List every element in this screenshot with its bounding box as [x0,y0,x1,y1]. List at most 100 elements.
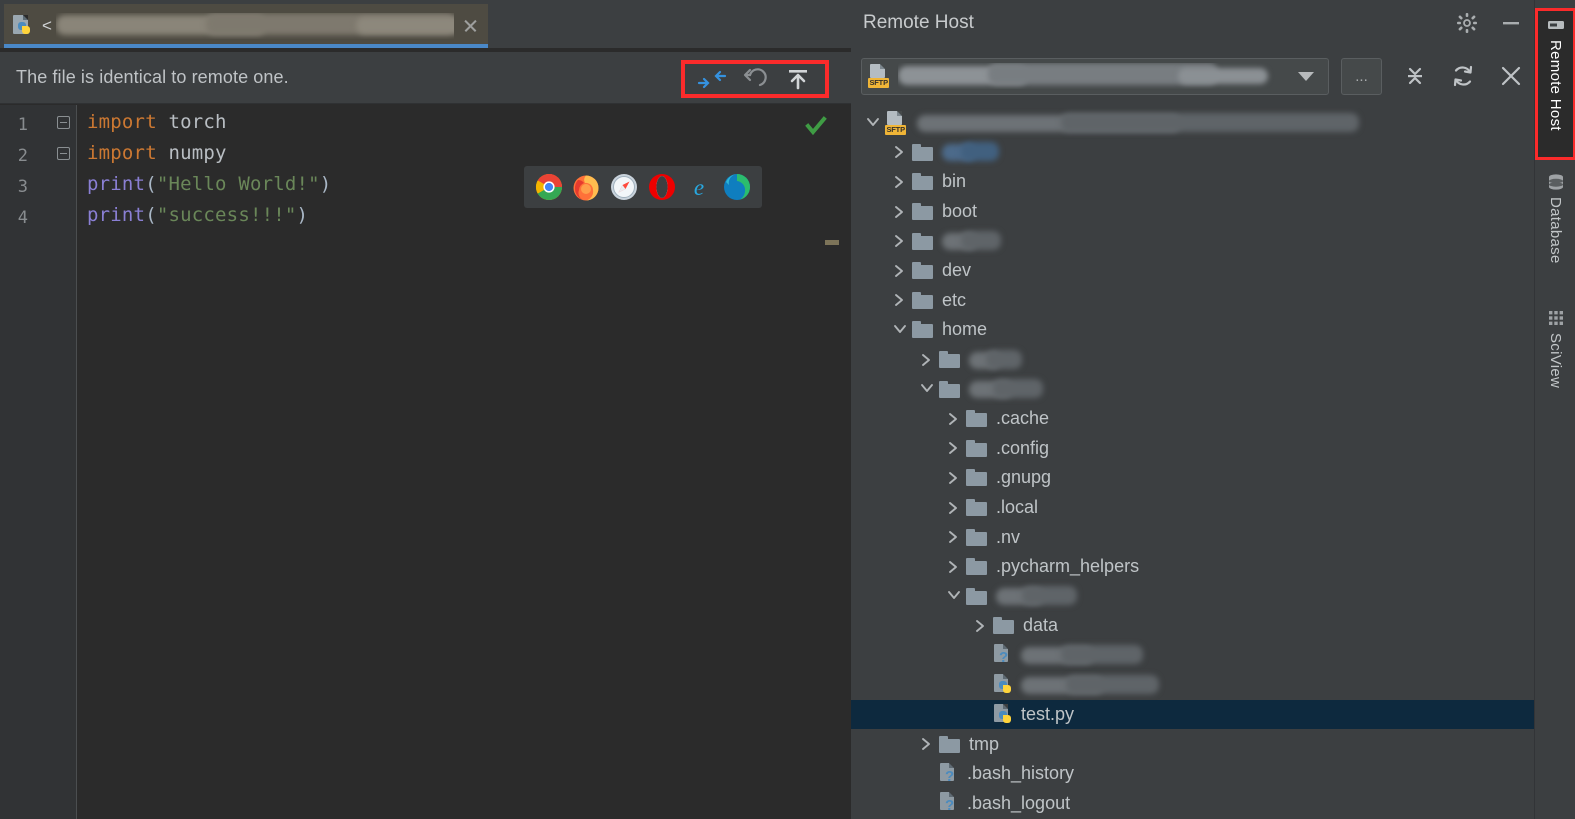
undo-revert-icon[interactable] [738,66,772,92]
panel-title: Remote Host [863,12,974,33]
folder-icon [912,262,934,280]
tree-item-label: etc [942,289,967,310]
tree-row[interactable]: boot [851,197,1534,227]
tree-row[interactable]: dev [851,256,1534,286]
redacted-label [969,379,1049,399]
folder-icon [966,528,988,546]
folder-icon [912,321,934,339]
folder-icon [912,203,934,221]
redacted-label [942,142,1004,162]
tab-close-icon[interactable] [460,16,480,36]
tree-row[interactable]: .cache [851,404,1534,434]
code-area[interactable]: import torch import numpy print("Hello W… [77,105,851,819]
sftp-connection-select[interactable]: SFTP [861,57,1330,95]
remote-host-icon [1546,15,1566,35]
tree-row[interactable]: .pycharm_helpers [851,552,1534,582]
tree-row[interactable] [851,582,1534,612]
tree-row[interactable]: bin [851,167,1534,197]
chevron-down-icon[interactable] [913,376,939,402]
collapse-all-icon[interactable] [1402,63,1428,89]
diff-compare-icon[interactable] [695,66,729,92]
tree-item-label: .config [996,437,1050,458]
safari-icon[interactable] [610,173,638,201]
tree-row[interactable]: etc [851,286,1534,316]
remote-file-tree[interactable]: SFTP bin boot dev etc home .cache .config .gnupg… [851,108,1534,819]
opera-icon[interactable] [648,173,676,201]
code-line: print("Hello World!") [87,173,332,195]
edge-icon[interactable] [723,173,751,201]
tree-row[interactable]: .local [851,493,1534,523]
folder-icon [993,617,1015,635]
chevron-right-icon[interactable] [886,139,912,165]
tree-item-label: tmp [969,733,1000,754]
chevron-right-icon[interactable] [940,554,966,580]
chevron-right-icon[interactable] [940,435,966,461]
chevron-right-icon[interactable] [940,495,966,521]
stripe-label-sciview: SciView [1547,333,1564,389]
tree-row[interactable]: ? .bash_history [851,759,1534,789]
chevron-right-icon[interactable] [913,731,939,757]
folder-icon [966,439,988,457]
redacted-label [1021,645,1153,665]
green-checkmark-icon[interactable] [805,115,827,142]
editor-scrollbar[interactable] [839,105,851,819]
tool-window-stripe: Remote Host Database SciView [1534,0,1575,819]
upload-icon[interactable] [781,66,815,92]
remote-host-panel: Remote Host SFTP ... SFTP bin boot dev e… [851,0,1534,819]
chevron-down-icon[interactable] [886,317,912,343]
chevron-right-icon[interactable] [886,228,912,254]
tree-row-selected[interactable]: test.py [851,699,1534,730]
tree-row[interactable]: .gnupg [851,463,1534,493]
stripe-button-remote-host[interactable]: Remote Host [1535,8,1575,160]
stripe-button-sciview[interactable]: SciView [1535,308,1575,426]
tree-row[interactable]: SFTP [851,108,1534,138]
unknown-file-icon: ? [939,762,959,785]
tree-row[interactable]: ? [851,641,1534,671]
open-in-browser-popup: e [524,166,762,208]
tree-item-label: .nv [996,526,1021,547]
tree-row[interactable]: ? .bash_logout [851,789,1534,819]
chevron-down-icon[interactable] [859,110,885,136]
chevron-down-icon[interactable] [1298,71,1315,81]
chevron-down-icon[interactable] [940,583,966,609]
folder-icon [912,291,934,309]
tree-row[interactable] [851,138,1534,168]
tree-item-label: home [942,319,988,340]
sync-status-message: The file is identical to remote one. [16,67,289,87]
tree-row[interactable]: .config [851,434,1534,464]
tree-row[interactable] [851,226,1534,256]
chevron-right-icon[interactable] [940,406,966,432]
chevron-right-icon[interactable] [886,258,912,284]
tree-row[interactable] [851,374,1534,404]
editor-pane: < The file is identical to remote one. 1… [0,0,851,819]
chevron-right-icon[interactable] [886,199,912,225]
tree-row[interactable]: .nv [851,522,1534,552]
editor-tab[interactable]: < [4,4,488,48]
gear-icon[interactable] [1456,12,1478,34]
tree-row[interactable] [851,670,1534,700]
chevron-right-icon[interactable] [940,465,966,491]
stripe-button-database[interactable]: Database [1535,172,1575,302]
fold-marker[interactable] [57,116,70,129]
ie-icon[interactable]: e [685,173,713,201]
firefox-icon[interactable] [572,173,600,201]
tree-item-label: test.py [1021,704,1075,725]
more-options-button[interactable]: ... [1341,57,1382,95]
tree-row[interactable]: home [851,315,1534,345]
close-icon[interactable] [1498,63,1524,89]
chevron-right-icon[interactable] [967,613,993,639]
tree-row[interactable]: tmp [851,729,1534,759]
chrome-icon[interactable] [535,173,563,201]
minimize-icon[interactable] [1500,12,1522,34]
refresh-icon[interactable] [1450,63,1476,89]
chevron-right-icon[interactable] [940,524,966,550]
chevron-right-icon[interactable] [886,287,912,313]
chevron-right-icon[interactable] [913,347,939,373]
tree-item-label: .gnupg [996,467,1052,488]
fold-marker[interactable] [57,147,70,160]
python-file-icon [12,15,34,37]
chevron-right-icon[interactable] [886,169,912,195]
tree-row[interactable] [851,345,1534,375]
tree-row[interactable]: data [851,611,1534,641]
unknown-file-icon: ? [939,792,959,814]
